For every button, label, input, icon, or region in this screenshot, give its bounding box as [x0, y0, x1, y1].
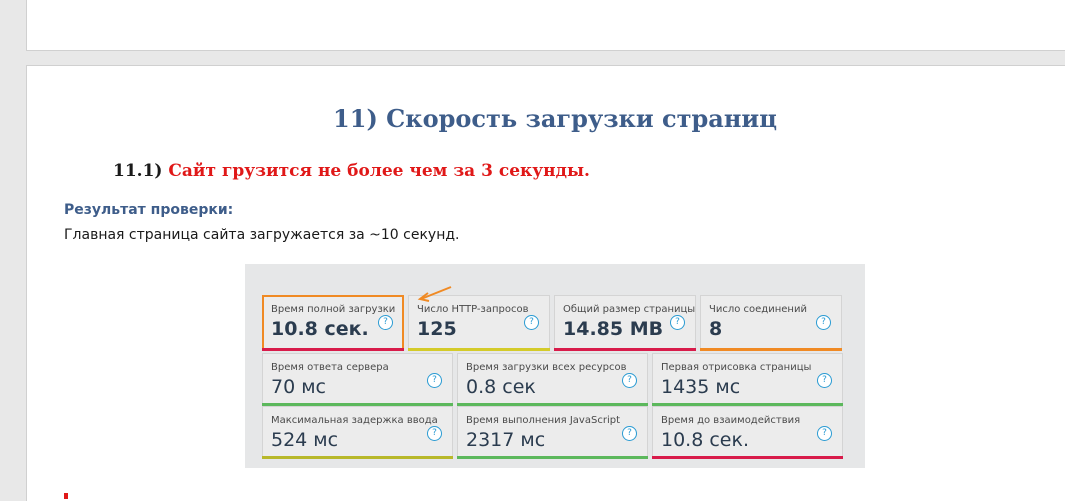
metric-value: 70 мс — [271, 376, 326, 398]
help-icon[interactable]: ? — [622, 426, 637, 441]
help-icon[interactable]: ? — [427, 426, 442, 441]
metric-value: 524 мс — [271, 429, 339, 451]
metric-card: Число соединений 8? — [700, 295, 842, 351]
help-icon[interactable]: ? — [378, 315, 393, 330]
metric-card: Время полной загрузки 10.8 сек.? — [262, 295, 404, 351]
speed-metrics-screenshot: Время полной загрузки 10.8 сек.? Число HTT… — [245, 264, 865, 468]
metric-status-bar — [700, 348, 842, 351]
result-text: Главная страница сайта загружается за ~1… — [64, 227, 460, 243]
metric-label: Время ответа сервера — [271, 362, 389, 373]
metric-value: 125 — [417, 318, 457, 340]
help-icon[interactable]: ? — [817, 426, 832, 441]
metric-card: Время загрузки всех ресурсов 0.8 сек? — [457, 353, 648, 406]
metric-card: Время до взаимодействия 10.8 сек.? — [652, 406, 843, 459]
metric-status-bar — [457, 456, 648, 459]
help-icon[interactable]: ? — [524, 315, 539, 330]
help-icon[interactable]: ? — [622, 373, 637, 388]
help-icon[interactable]: ? — [427, 373, 442, 388]
section-heading: 11) Скорость загрузки страниц — [333, 104, 777, 133]
metric-value: 2317 мс — [466, 429, 546, 451]
metric-value: 10.8 сек. — [271, 318, 369, 340]
subsection-heading: 11.1) Сайт грузится не более чем за 3 се… — [113, 161, 590, 181]
metric-value: 8 — [709, 318, 723, 340]
metric-card: Первая отрисовка страницы 1435 мс? — [652, 353, 843, 406]
metric-label: Число соединений — [709, 304, 807, 315]
metrics-row-1: Время полной загрузки 10.8 сек.? Число HTT… — [262, 295, 842, 351]
metric-label: Время выполнения JavaScript — [466, 415, 620, 426]
next-heading-fragment — [64, 493, 68, 499]
metric-value: 10.8 сек. — [661, 429, 749, 451]
metric-label: Время загрузки всех ресурсов — [466, 362, 627, 373]
metric-status-bar — [408, 348, 550, 351]
metric-status-bar — [262, 456, 453, 459]
previous-page — [26, 0, 1065, 51]
metric-card: Максимальная задержка ввода 524 мс? — [262, 406, 453, 459]
metric-value: 1435 мс — [661, 376, 741, 398]
result-label: Результат проверки: — [64, 202, 234, 218]
document-page: 11) Скорость загрузки страниц 11.1) Сайт… — [26, 65, 1065, 501]
metric-label: Максимальная задержка ввода — [271, 415, 438, 426]
metric-label: Первая отрисовка страницы — [661, 362, 812, 373]
metrics-row-3: Максимальная задержка ввода 524 мс? Время … — [262, 406, 843, 459]
metric-status-bar — [652, 456, 843, 459]
help-icon[interactable]: ? — [670, 315, 685, 330]
metric-label: Время до взаимодействия — [661, 415, 801, 426]
metric-value: 14.85 MB — [563, 318, 664, 340]
annotation-arrow-icon — [417, 286, 452, 302]
help-icon[interactable]: ? — [817, 373, 832, 388]
metric-card: Общий размер страницы 14.85 MB? — [554, 295, 696, 351]
metric-label: Число HTTP-запросов — [417, 304, 529, 315]
metric-label: Время полной загрузки — [271, 304, 396, 315]
metrics-row-2: Время ответа сервера 70 мс? Время загрузки… — [262, 353, 843, 406]
subsection-title: Сайт грузится не более чем за 3 секунды. — [168, 161, 590, 181]
metric-value: 0.8 сек — [466, 376, 536, 398]
metric-card: Время выполнения JavaScript 2317 мс? — [457, 406, 648, 459]
help-icon[interactable]: ? — [816, 315, 831, 330]
metric-status-bar — [554, 348, 696, 351]
metric-card: Время ответа сервера 70 мс? — [262, 353, 453, 406]
subsection-number: 11.1) — [113, 161, 163, 181]
metric-status-bar — [262, 348, 404, 351]
metric-label: Общий размер страницы — [563, 304, 696, 315]
